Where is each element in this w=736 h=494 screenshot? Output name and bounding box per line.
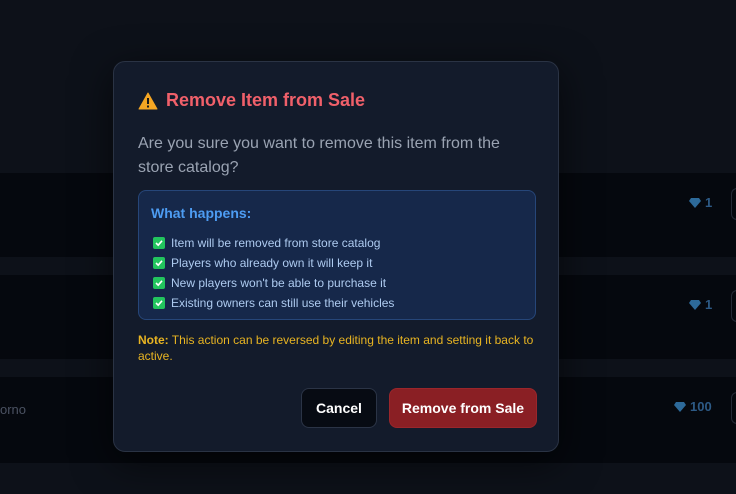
dialog-title-text: Remove Item from Sale — [166, 90, 366, 110]
background-price: 1 — [689, 195, 712, 210]
list-item: Existing owners can still use their vehi… — [153, 293, 394, 313]
checkmark-icon — [153, 237, 165, 249]
note-label: Note: — [138, 333, 169, 347]
list-item: New players won't be able to purchase it — [153, 273, 394, 293]
checkmark-icon — [153, 277, 165, 289]
background-item-name: orno — [0, 402, 27, 417]
background-action-button — [731, 392, 736, 424]
list-item-text: Item will be removed from store catalog — [171, 236, 381, 250]
background-price: 1 — [689, 297, 712, 312]
background-action-button — [731, 290, 736, 322]
list-item-text: New players won't be able to purchase it — [171, 276, 387, 290]
remove-item-dialog: Remove Item from Sale Are you sure you w… — [113, 61, 559, 452]
gem-icon — [689, 197, 701, 208]
list-item: Item will be removed from store catalog — [153, 233, 394, 253]
price-value: 100 — [690, 399, 712, 414]
gem-icon — [689, 299, 701, 310]
list-item-text: Existing owners can still use their vehi… — [171, 296, 395, 310]
consequences-list: Item will be removed from store catalog … — [153, 233, 394, 313]
price-value: 1 — [705, 195, 713, 210]
checkmark-icon — [153, 257, 165, 269]
list-item: Players who already own it will keep it — [153, 253, 394, 273]
gem-icon — [674, 401, 686, 412]
checkmark-icon — [153, 297, 165, 309]
background-price: 100 — [674, 399, 712, 414]
warning-icon — [138, 92, 158, 109]
price-value: 1 — [705, 297, 713, 312]
cancel-button[interactable]: Cancel — [301, 388, 377, 428]
remove-from-sale-button[interactable]: Remove from Sale — [389, 388, 537, 428]
note-text: This action can be reversed by editing t… — [138, 333, 534, 363]
reversal-note: Note: This action can be reversed by edi… — [138, 332, 542, 364]
dialog-message: Are you sure you want to remove this ite… — [138, 135, 500, 176]
dialog-title: Remove Item from Sale — [138, 90, 365, 111]
consequences-heading: What happens: — [151, 205, 252, 221]
consequences-box: What happens: Item will be removed from … — [138, 190, 536, 320]
list-item-text: Players who already own it will keep it — [171, 256, 373, 270]
background-action-button — [731, 188, 736, 220]
